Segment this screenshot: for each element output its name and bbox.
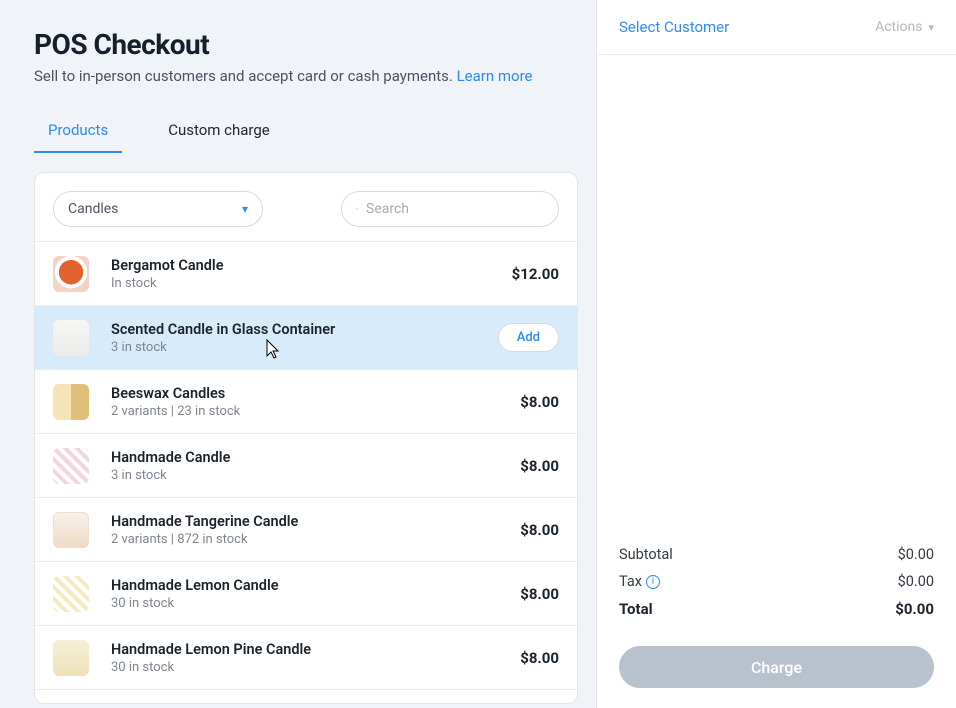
product-row[interactable]: Handmade Lemon Candle 30 in stock$8.00 [35,562,577,626]
filters-row: Candles ▾ [35,191,577,241]
product-name: Handmade Tangerine Candle [111,513,520,530]
product-thumbnail [53,384,89,420]
product-name: Handmade Lemon Candle [111,577,520,594]
product-name: Handmade Lemon Pine Candle [111,641,520,658]
total-value: $0.00 [895,600,934,618]
product-info: Handmade Tangerine Candle 2 variants | 87… [111,513,520,547]
subtotal-value: $0.00 [898,546,934,563]
product-card: Candles ▾ Bergamot Candle In stock$12.00 S… [34,172,578,704]
select-customer-link[interactable]: Select Customer [619,18,729,36]
product-info: Handmade Candle 3 in stock [111,449,520,483]
product-stock: 3 in stock [111,340,498,355]
product-stock: 30 in stock [111,660,520,675]
learn-more-link[interactable]: Learn more [457,67,533,85]
info-icon[interactable]: i [646,575,660,589]
actions-label: Actions [875,19,922,35]
product-price: $8.00 [520,457,559,475]
product-price: $8.00 [520,649,559,667]
subtotal-row: Subtotal $0.00 [619,546,934,563]
tax-label-text: Tax [619,573,642,590]
product-thumbnail [53,320,89,356]
totals-section: Subtotal $0.00 Tax i $0.00 Total $0.00 [597,546,956,642]
charge-button[interactable]: Charge [619,646,934,688]
product-name: Handmade Candle [111,449,520,466]
add-button[interactable]: Add [498,323,559,352]
subtitle-text: Sell to in-person customers and accept c… [34,67,457,85]
tax-label: Tax i [619,573,660,590]
product-price: $8.00 [520,585,559,603]
product-name: Beeswax Candles [111,385,520,402]
product-info: Handmade Lemon Candle 30 in stock [111,577,520,611]
product-row[interactable]: Beeswax Candles 2 variants | 23 in stock$… [35,370,577,434]
cart-header: Select Customer Actions ▾ [597,0,956,55]
product-thumbnail [53,640,89,676]
product-row[interactable]: Scented Candle in Glass Container 3 in st… [35,306,577,370]
chevron-down-icon: ▾ [242,202,248,216]
total-label: Total [619,600,653,618]
product-list[interactable]: Bergamot Candle In stock$12.00 Scented Can… [35,241,577,703]
product-thumbnail [53,256,89,292]
cart-body [597,55,956,546]
product-row[interactable]: Handmade Candle 3 in stock$8.00 [35,434,577,498]
product-row[interactable]: Handmade Tangerine Candle 2 variants | 87… [35,498,577,562]
total-row: Total $0.00 [619,600,934,618]
product-row[interactable]: Handmade Jasmine Candle [35,690,577,703]
search-field[interactable] [341,191,559,227]
tab-products[interactable]: Products [34,111,122,153]
product-thumbnail [53,576,89,612]
product-stock: In stock [111,276,512,291]
subtotal-label: Subtotal [619,546,673,563]
actions-dropdown[interactable]: Actions ▾ [875,19,934,35]
category-select[interactable]: Candles ▾ [53,191,263,227]
product-info: Beeswax Candles 2 variants | 23 in stock [111,385,520,419]
product-row[interactable]: Handmade Lemon Pine Candle 30 in stock$8.… [35,626,577,690]
tax-row: Tax i $0.00 [619,573,934,590]
product-stock: 2 variants | 872 in stock [111,532,520,547]
product-info: Scented Candle in Glass Container 3 in st… [111,321,498,355]
product-info: Handmade Lemon Pine Candle 30 in stock [111,641,520,675]
product-name: Scented Candle in Glass Container [111,321,498,338]
page-subtitle: Sell to in-person customers and accept c… [34,67,578,85]
product-stock: 3 in stock [111,468,520,483]
product-price: $8.00 [520,393,559,411]
product-price: $12.00 [512,265,559,283]
product-name: Bergamot Candle [111,257,512,274]
product-info: Bergamot Candle In stock [111,257,512,291]
tax-value: $0.00 [898,573,934,590]
product-row[interactable]: Bergamot Candle In stock$12.00 [35,242,577,306]
tabs: Products Custom charge [34,111,578,154]
category-value: Candles [68,201,118,217]
product-thumbnail [53,512,89,548]
page-title: POS Checkout [34,28,578,61]
chevron-down-icon: ▾ [928,21,934,34]
product-price: $8.00 [520,521,559,539]
tab-custom-charge[interactable]: Custom charge [154,111,284,153]
product-stock: 30 in stock [111,596,520,611]
cart-panel: Select Customer Actions ▾ Subtotal $0.00… [596,0,956,708]
product-stock: 2 variants | 23 in stock [111,404,520,419]
search-input[interactable] [366,201,544,217]
product-thumbnail [53,448,89,484]
search-icon [356,202,358,216]
